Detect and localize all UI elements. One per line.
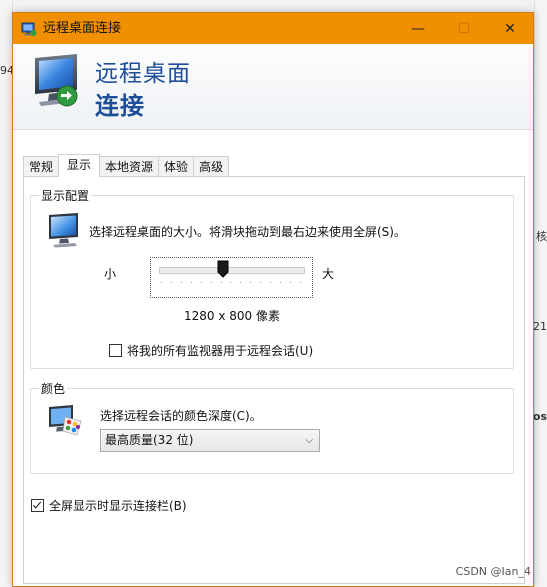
resolution-slider[interactable] — [150, 257, 313, 298]
close-icon: ✕ — [504, 20, 516, 37]
color-group-title: 颜色 — [39, 380, 68, 397]
tab-advanced[interactable]: 高级 — [193, 156, 230, 177]
color-depth-select[interactable]: 最高质量(32 位) ⌵ — [100, 429, 320, 452]
slider-thumb[interactable] — [217, 260, 229, 278]
background-app-right — [534, 0, 547, 587]
background-text-fragment: 21 — [533, 320, 547, 333]
use-all-monitors-option[interactable]: 将我的所有监视器用于远程会话(U) — [109, 342, 313, 359]
color-depth-value: 最高质量(32 位) — [105, 433, 194, 447]
show-connection-bar-option[interactable]: 全屏显示时显示连接栏(B) — [31, 497, 187, 514]
use-all-monitors-checkbox[interactable] — [109, 344, 122, 357]
window-title: 远程桌面连接 — [43, 21, 122, 36]
display-config-title: 显示配置 — [39, 187, 92, 204]
show-connection-bar-label: 全屏显示时显示连接栏(B) — [49, 499, 187, 513]
color-palette-icon — [47, 403, 85, 439]
tab-general[interactable]: 常规 — [23, 156, 60, 177]
display-description: 选择远程桌面的大小。将滑块拖动到最右边来使用全屏(S)。 — [89, 225, 406, 239]
color-group: 颜色 选择远程会话的颜色深度(C)。 最高质量(32 位) ⌵ — [30, 380, 514, 474]
slider-track[interactable] — [159, 267, 305, 274]
close-button[interactable]: ✕ — [487, 13, 533, 44]
slider-large-label: 大 — [322, 267, 335, 281]
show-connection-bar-checkbox[interactable] — [31, 499, 44, 512]
monitor-icon — [47, 212, 81, 248]
watermark-text: CSDN @Ian_4 — [455, 565, 531, 578]
header-title-line1: 远程桌面 — [95, 61, 191, 87]
title-bar[interactable]: 远程桌面连接 — ☐ ✕ — [13, 13, 533, 44]
background-text-fragment: os — [532, 410, 547, 423]
remote-desktop-app-icon — [21, 21, 37, 37]
maximize-icon: ☐ — [457, 20, 471, 37]
display-config-group: 显示配置 选择远程桌面的大小。将滑块拖动到最右边来使用全屏(S)。 小 大 12… — [30, 187, 514, 369]
tab-local-resources[interactable]: 本地资源 — [99, 156, 160, 177]
minimize-button[interactable]: — — [395, 13, 441, 44]
color-description: 选择远程会话的颜色深度(C)。 — [100, 409, 262, 423]
minimize-icon: — — [411, 20, 425, 37]
tab-experience[interactable]: 体验 — [158, 156, 195, 177]
chevron-down-icon: ⌵ — [305, 435, 313, 446]
use-all-monitors-label: 将我的所有监视器用于远程会话(U) — [127, 344, 314, 358]
remote-desktop-window: 远程桌面连接 — ☐ ✕ 远程桌面 连接 常规 显示 本地资源 体验 高级 显示… — [12, 12, 534, 587]
tab-display[interactable]: 显示 — [58, 154, 101, 177]
slider-ticks — [161, 282, 301, 284]
header-title-line2: 连接 — [95, 92, 145, 120]
remote-desktop-logo-icon — [31, 52, 85, 114]
display-tab-panel: 显示配置 选择远程桌面的大小。将滑块拖动到最右边来使用全屏(S)。 小 大 12… — [23, 176, 525, 584]
resolution-value: 1280 x 800 像素 — [184, 309, 280, 323]
slider-small-label: 小 — [104, 267, 117, 281]
maximize-button[interactable]: ☐ — [441, 13, 487, 44]
tab-strip: 常规 显示 本地资源 体验 高级 — [23, 154, 230, 177]
header-banner: 远程桌面 连接 — [13, 44, 533, 130]
background-text-fragment: 核 — [536, 230, 547, 243]
